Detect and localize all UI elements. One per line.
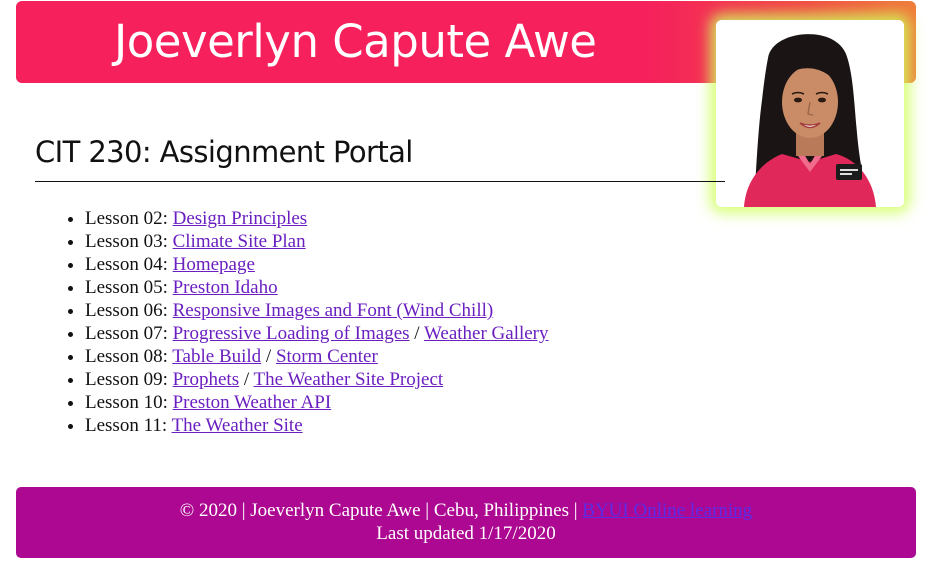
- footer-copyright: © 2020 | Joeverlyn Capute Awe | Cebu, Ph…: [179, 500, 583, 521]
- lesson-link[interactable]: Prophets: [173, 369, 240, 390]
- byui-online-link[interactable]: BYUI Online learning: [582, 500, 752, 521]
- lesson-item: Lesson 09: Prophets / The Weather Site P…: [85, 368, 549, 391]
- portrait-photo-icon: [716, 20, 904, 207]
- lesson-item: Lesson 10: Preston Weather API: [85, 391, 549, 414]
- footer-last-updated: Last updated 1/17/2020: [376, 523, 556, 544]
- lesson-link-separator: /: [261, 346, 276, 367]
- heading-divider: [35, 181, 725, 182]
- footer-line-1: © 2020 | Joeverlyn Capute Awe | Cebu, Ph…: [16, 499, 916, 522]
- lesson-item: Lesson 03: Climate Site Plan: [85, 230, 549, 253]
- lesson-item: Lesson 07: Progressive Loading of Images…: [85, 322, 549, 345]
- lesson-label: Lesson 04:: [85, 254, 173, 275]
- lesson-label: Lesson 03:: [85, 231, 173, 252]
- lesson-label: Lesson 08:: [85, 346, 173, 367]
- profile-photo: [716, 20, 904, 207]
- lesson-link[interactable]: Preston Weather API: [173, 392, 332, 413]
- lesson-link[interactable]: Homepage: [173, 254, 255, 275]
- lesson-link[interactable]: Progressive Loading of Images: [173, 323, 410, 344]
- lesson-link[interactable]: The Weather Site: [172, 415, 303, 436]
- lesson-list: Lesson 02: Design PrinciplesLesson 03: C…: [45, 207, 549, 437]
- lesson-label: Lesson 10:: [85, 392, 173, 413]
- lesson-link[interactable]: Design Principles: [173, 208, 308, 229]
- site-footer: © 2020 | Joeverlyn Capute Awe | Cebu, Ph…: [16, 487, 916, 558]
- lesson-label: Lesson 02:: [85, 208, 173, 229]
- lesson-item: Lesson 08: Table Build / Storm Center: [85, 345, 549, 368]
- lesson-label: Lesson 07:: [85, 323, 173, 344]
- lesson-item: Lesson 11: The Weather Site: [85, 414, 549, 437]
- lesson-link[interactable]: Climate Site Plan: [173, 231, 306, 252]
- page-title: CIT 230: Assignment Portal: [35, 135, 413, 169]
- lesson-link-separator: /: [239, 369, 254, 390]
- lesson-label: Lesson 11:: [85, 415, 172, 436]
- lesson-link[interactable]: Weather Gallery: [424, 323, 549, 344]
- lesson-label: Lesson 06:: [85, 300, 173, 321]
- lesson-link[interactable]: The Weather Site Project: [254, 369, 444, 390]
- lesson-label: Lesson 09:: [85, 369, 173, 390]
- lesson-link-separator: /: [409, 323, 424, 344]
- lesson-link[interactable]: Responsive Images and Font (Wind Chill): [173, 300, 494, 321]
- lesson-label: Lesson 05:: [85, 277, 173, 298]
- lesson-item: Lesson 05: Preston Idaho: [85, 276, 549, 299]
- lesson-link[interactable]: Preston Idaho: [173, 277, 278, 298]
- lesson-item: Lesson 02: Design Principles: [85, 207, 549, 230]
- lesson-link[interactable]: Table Build: [172, 346, 261, 367]
- lesson-item: Lesson 06: Responsive Images and Font (W…: [85, 299, 549, 322]
- lesson-item: Lesson 04: Homepage: [85, 253, 549, 276]
- lesson-link[interactable]: Storm Center: [276, 346, 378, 367]
- site-title: Joeverlyn Capute Awe: [114, 15, 597, 68]
